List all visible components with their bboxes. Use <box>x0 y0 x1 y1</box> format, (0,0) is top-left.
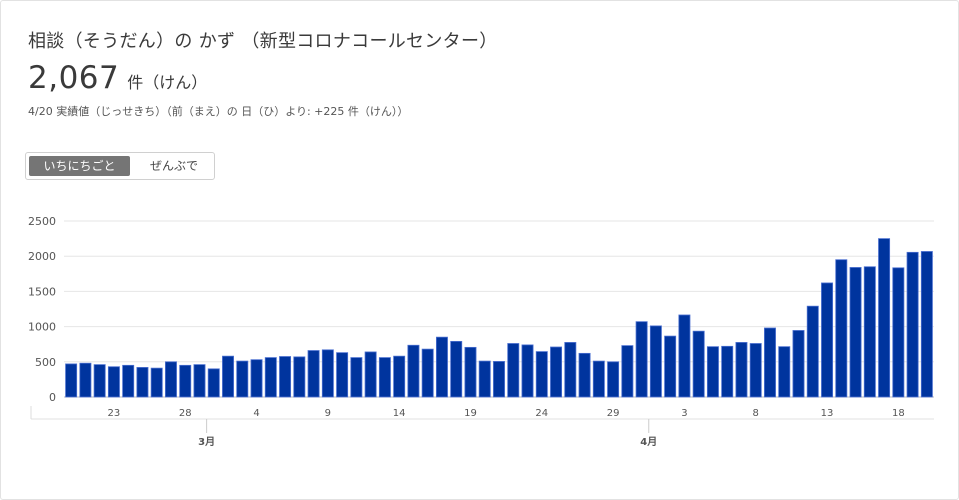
bar <box>806 305 819 398</box>
x-tick-label: 28 <box>179 408 192 419</box>
bar <box>350 357 363 398</box>
daily-change-note: 4/20 実績値（じっせきち）（前（まえ）の 日（ひ）より: +225 件（けん… <box>28 105 409 118</box>
bar <box>122 364 135 398</box>
chart-bars <box>65 238 933 398</box>
bar <box>264 357 277 398</box>
bar <box>478 360 491 398</box>
x-tick-label: 19 <box>464 408 477 419</box>
bar <box>93 364 106 398</box>
total-unit: 件（けん） <box>127 73 208 92</box>
bar <box>250 359 263 398</box>
x-axis: 23 28 4 9 14 19 24 29 3 8 13 18 3月 4月 <box>30 406 934 448</box>
bar <box>464 346 477 398</box>
bar <box>792 330 805 398</box>
bar <box>578 352 591 398</box>
bar <box>849 267 862 398</box>
bar <box>920 251 933 398</box>
bar <box>165 361 177 398</box>
bar <box>493 361 505 398</box>
bar <box>450 340 463 398</box>
bar <box>79 362 92 398</box>
cumulative-toggle-button[interactable]: ぜんぶで <box>134 156 214 176</box>
x-tick-label: 24 <box>535 408 548 419</box>
bar <box>621 345 634 398</box>
month-label: 3月 <box>198 436 215 448</box>
y-tick-label: 1000 <box>28 321 56 334</box>
bar <box>535 351 548 398</box>
bar <box>136 367 149 398</box>
bar <box>364 351 377 398</box>
bar <box>393 355 406 398</box>
bar-chart: 0 500 1000 1500 2000 2500 23 28 4 9 14 19 24 29 3 8 13 1… <box>28 215 934 448</box>
bar <box>749 343 762 398</box>
bar <box>222 355 234 398</box>
bar <box>193 364 206 398</box>
bar <box>336 352 349 398</box>
bar <box>706 346 719 398</box>
bar <box>150 367 163 398</box>
y-tick-label: 1500 <box>28 285 56 298</box>
x-tick-label: 4 <box>253 408 259 419</box>
view-toggle: いちにちごと ぜんぶで <box>25 152 215 180</box>
bar <box>421 348 434 398</box>
x-tick-label: 9 <box>325 408 331 419</box>
page-title: 相談（そうだん）の かず （新型コロナコールセンター） <box>28 31 498 52</box>
daily-toggle-button[interactable]: いちにちごと <box>29 156 130 176</box>
bar <box>592 360 605 398</box>
y-axis: 0 500 1000 1500 2000 2500 <box>28 215 56 404</box>
bar <box>407 344 420 398</box>
bar <box>107 366 120 398</box>
bar <box>892 267 905 398</box>
bar <box>607 361 620 398</box>
x-tick-label: 8 <box>753 408 759 419</box>
bar <box>735 342 748 398</box>
bar <box>435 336 448 398</box>
bar <box>664 335 677 398</box>
bar <box>906 251 919 398</box>
bar <box>179 364 192 398</box>
bar <box>65 363 78 398</box>
bar <box>678 314 691 398</box>
bar <box>764 327 776 398</box>
bar <box>521 344 534 398</box>
bar <box>649 325 662 398</box>
x-tick-label: 14 <box>393 408 406 419</box>
x-tick-label: 13 <box>821 408 834 419</box>
bar <box>550 346 563 398</box>
bar <box>863 266 876 398</box>
bar <box>564 342 577 398</box>
bar <box>321 349 334 398</box>
bar <box>878 238 891 398</box>
bar <box>378 357 391 398</box>
x-tick-label: 18 <box>892 408 905 419</box>
bar <box>507 343 520 398</box>
y-tick-label: 500 <box>35 356 56 369</box>
total-count: 2,067 件（けん） <box>28 60 207 96</box>
bar <box>778 346 791 398</box>
bar <box>293 356 306 398</box>
bar <box>307 350 320 398</box>
bar <box>279 356 292 398</box>
y-tick-label: 2000 <box>28 250 56 263</box>
y-tick-label: 0 <box>49 391 56 404</box>
y-tick-label: 2500 <box>28 215 56 228</box>
bar <box>692 330 705 398</box>
x-tick-label: 3 <box>681 408 687 419</box>
bar <box>821 282 833 398</box>
x-tick-label: 23 <box>108 408 121 419</box>
bar <box>721 345 734 398</box>
x-tick-label: 29 <box>607 408 620 419</box>
bar <box>207 368 220 398</box>
month-label: 4月 <box>640 436 657 448</box>
chart-card: 相談（そうだん）の かず （新型コロナコールセンター） 2,067 件（けん） 4… <box>0 0 959 500</box>
bar <box>635 321 648 398</box>
bar <box>236 360 249 398</box>
bar <box>835 259 848 398</box>
total-value: 2,067 <box>28 60 120 96</box>
